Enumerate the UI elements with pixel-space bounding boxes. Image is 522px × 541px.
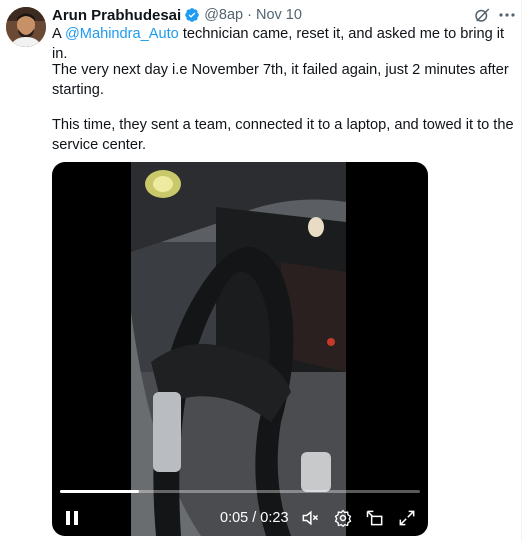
progress-fill [60, 490, 140, 493]
captions-icon[interactable] [365, 508, 385, 528]
video-time: 0:05 / 0:23 [220, 510, 289, 526]
volume-mute-icon[interactable] [300, 508, 320, 528]
tweet-paragraph-3: This time, they sent a team, connected i… [52, 117, 514, 153]
more-icon[interactable] [498, 7, 516, 23]
avatar[interactable] [6, 7, 46, 47]
author-handle[interactable]: @8ap [204, 7, 243, 23]
play-icon[interactable] [65, 510, 79, 526]
gear-icon[interactable] [333, 508, 353, 528]
separator-dot: · [247, 7, 252, 23]
video-frame [131, 162, 346, 536]
tweet-paragraph-2: The very next day i.e November 7th, it f… [52, 62, 509, 98]
tweet-date[interactable]: Nov 10 [256, 7, 302, 23]
p1-before: A [52, 26, 65, 42]
progress-bar[interactable] [60, 490, 420, 493]
grok-icon[interactable] [473, 6, 491, 24]
tweet-paragraph-1: A @Mahindra_Auto technician came, reset … [52, 24, 514, 64]
video-player[interactable]: 0:05 / 0:23 [52, 162, 428, 536]
author-name[interactable]: Arun Prabhudesai [52, 7, 181, 24]
fullscreen-icon[interactable] [397, 508, 417, 528]
mention-link[interactable]: @Mahindra_Auto [65, 26, 179, 42]
verified-badge-icon [184, 7, 200, 23]
tweet-header: Arun Prabhudesai @8ap · Nov 10 [52, 6, 302, 24]
